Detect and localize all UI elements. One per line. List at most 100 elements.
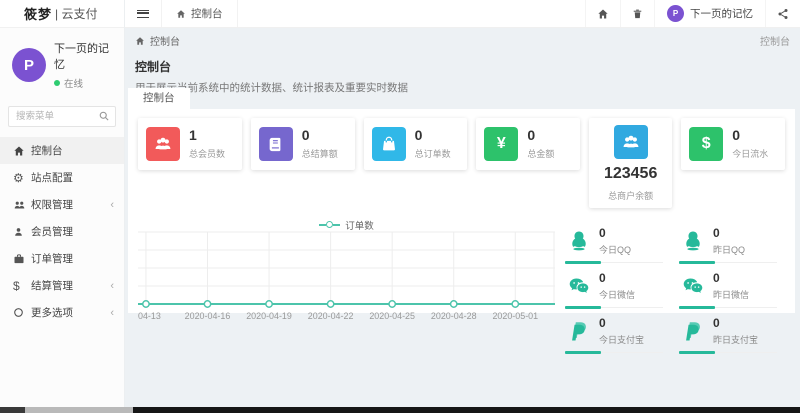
topbar: 控制台 P 下一页的记忆 <box>125 0 800 28</box>
chevron-left-icon: ‹ <box>110 306 114 319</box>
home-button[interactable] <box>585 0 620 27</box>
channel-progress-bar <box>679 305 715 309</box>
channel-value: 0 <box>599 225 606 240</box>
breadcrumb-label: 控制台 <box>150 37 180 48</box>
channel-stat-today-alipay: 0 今日支付宝 <box>565 312 663 355</box>
clear-cache-button[interactable] <box>620 0 654 27</box>
sidebar-item-label: 更多选项 <box>31 307 73 319</box>
channel-stats-grid: 0 今日QQ 0 昨日QQ 0 今日微信 0 昨日微信 0 今日支付宝 0 昨日… <box>559 214 787 358</box>
stat-label: 总商户余额 <box>608 190 654 201</box>
brand-subtitle: | 云支付 <box>55 7 98 21</box>
home-icon <box>598 9 608 18</box>
page-title: 控制台 <box>135 60 172 74</box>
search-icon <box>98 110 110 122</box>
app-window: 筱梦 | 云支付 P 下一页的记忆 在线 搜索菜单 控制台 ⚙ 站点配置 权限管… <box>0 0 800 413</box>
user-status: 在线 <box>54 76 114 90</box>
home-icon <box>177 9 185 18</box>
x-axis-label: 2020-04-22 <box>308 311 354 321</box>
breadcrumb-page-title: 控制台 <box>760 37 790 48</box>
x-axis-label: 2020-04-28 <box>431 311 477 321</box>
chevron-left-icon: ‹ <box>110 198 114 211</box>
breadcrumb-bar: 控制台 控制台 <box>125 28 800 53</box>
sidebar: 筱梦 | 云支付 P 下一页的记忆 在线 搜索菜单 控制台 ⚙ 站点配置 权限管… <box>0 0 125 407</box>
channel-progress-bar <box>679 260 715 264</box>
hamburger-icon <box>137 9 149 18</box>
channel-stat-yesterday-alipay: 0 昨日支付宝 <box>679 312 777 355</box>
wechat-icon <box>567 274 591 298</box>
channel-value: 0 <box>599 270 606 285</box>
sidebar-item-label: 控制台 <box>31 145 63 157</box>
gear-icon: ⚙ <box>13 170 24 185</box>
channel-stat-today-wechat: 0 今日微信 <box>565 267 663 310</box>
home-icon <box>136 36 144 45</box>
stat-value: 123456 <box>603 165 658 182</box>
stat-card-total-orders[interactable]: 0 总订单数 <box>363 118 468 170</box>
stat-value: 0 <box>527 126 536 143</box>
sidebar-item-console[interactable]: 控制台 <box>0 137 124 164</box>
legend-marker-icon <box>319 221 341 229</box>
stat-label: 总结算额 <box>301 149 338 160</box>
sidebar-item-permissions[interactable]: 权限管理 ‹ <box>0 191 124 218</box>
sidebar-item-label: 结算管理 <box>31 280 73 292</box>
stat-value: 0 <box>732 126 740 143</box>
yen-icon: ¥ <box>484 127 519 161</box>
line-chart: 04-13 2020-04-16 2020-04-19 2020-04-22 2020-… <box>138 231 555 321</box>
topbar-tab-console[interactable]: 控制台 <box>161 0 238 27</box>
sidebar-item-site-config[interactable]: ⚙ 站点配置 <box>0 164 124 191</box>
qq-icon <box>567 229 591 253</box>
trash-icon <box>633 9 642 18</box>
sidebar-item-label: 订单管理 <box>31 253 73 265</box>
sidebar-item-orders[interactable]: 订单管理 <box>0 245 124 272</box>
stats-row: 1 总会员数 0 总结算额 0 总订单数 ¥ 0 总金额 123456 总商户余… <box>128 109 795 208</box>
breadcrumb[interactable]: 控制台 <box>135 33 180 48</box>
sidebar-item-more-options[interactable]: 更多选项 ‹ <box>0 299 124 326</box>
channel-label: 今日微信 <box>599 289 636 300</box>
stat-card-total-amount[interactable]: ¥ 0 总金额 <box>476 118 581 170</box>
menu-toggle-button[interactable] <box>125 0 161 27</box>
channel-value: 0 <box>599 315 606 330</box>
qq-icon <box>681 229 705 253</box>
horizontal-scrollbar[interactable] <box>0 407 800 413</box>
scrollbar-thumb[interactable] <box>25 407 133 413</box>
circle-icon <box>13 307 31 318</box>
x-axis-label: 2020-04-19 <box>246 311 292 321</box>
stat-label: 总订单数 <box>414 149 451 160</box>
channel-label: 今日支付宝 <box>599 335 645 346</box>
brand-logo: 筱梦 | 云支付 <box>0 0 124 28</box>
stat-card-today-flow[interactable]: $ 0 今日流水 <box>681 118 785 170</box>
tab-bar: 控制台 <box>128 88 190 109</box>
channel-progress-bar <box>565 351 601 355</box>
stat-card-merchant-balance[interactable]: 123456 总商户余额 <box>589 118 673 208</box>
dollar-icon: $ <box>13 278 20 293</box>
sidebar-item-members[interactable]: 会员管理 <box>0 218 124 245</box>
share-icon <box>778 8 788 19</box>
wechat-icon <box>681 274 705 298</box>
avatar: P <box>12 48 46 82</box>
channel-progress-bar <box>565 305 601 309</box>
sidebar-search <box>8 106 116 127</box>
topbar-right: P 下一页的记忆 <box>585 0 800 27</box>
stat-card-total-members[interactable]: 1 总会员数 <box>138 118 242 170</box>
users-icon <box>13 199 31 211</box>
online-dot-icon <box>54 80 60 86</box>
book-icon <box>258 127 293 161</box>
stat-card-total-settlement[interactable]: 0 总结算额 <box>250 118 355 170</box>
topbar-user-menu[interactable]: P 下一页的记忆 <box>654 0 765 27</box>
sidebar-item-settlement[interactable]: $ 结算管理 ‹ <box>0 272 124 299</box>
channel-stat-yesterday-wechat: 0 昨日微信 <box>679 267 777 310</box>
channel-stat-yesterday-qq: 0 昨日QQ <box>679 222 777 265</box>
channel-value: 0 <box>713 315 720 330</box>
avatar: P <box>667 5 684 22</box>
home-icon <box>13 145 31 157</box>
channel-label: 昨日微信 <box>713 289 750 300</box>
x-axis-label: 2020-05-01 <box>492 311 538 321</box>
scrollbar-track-segment <box>0 407 25 413</box>
tab-console[interactable]: 控制台 <box>128 88 190 109</box>
brand-title: 筱梦 <box>24 7 53 22</box>
topbar-tab-label: 控制台 <box>191 8 223 20</box>
share-button[interactable] <box>765 0 800 27</box>
orders-chart: 订单数 04-13 2020-04-16 2020-04-19 2020-04-22 2… <box>134 214 559 358</box>
chart-legend[interactable]: 订单数 <box>134 218 559 232</box>
channel-value: 0 <box>713 270 720 285</box>
channel-label: 今日QQ <box>599 244 632 255</box>
